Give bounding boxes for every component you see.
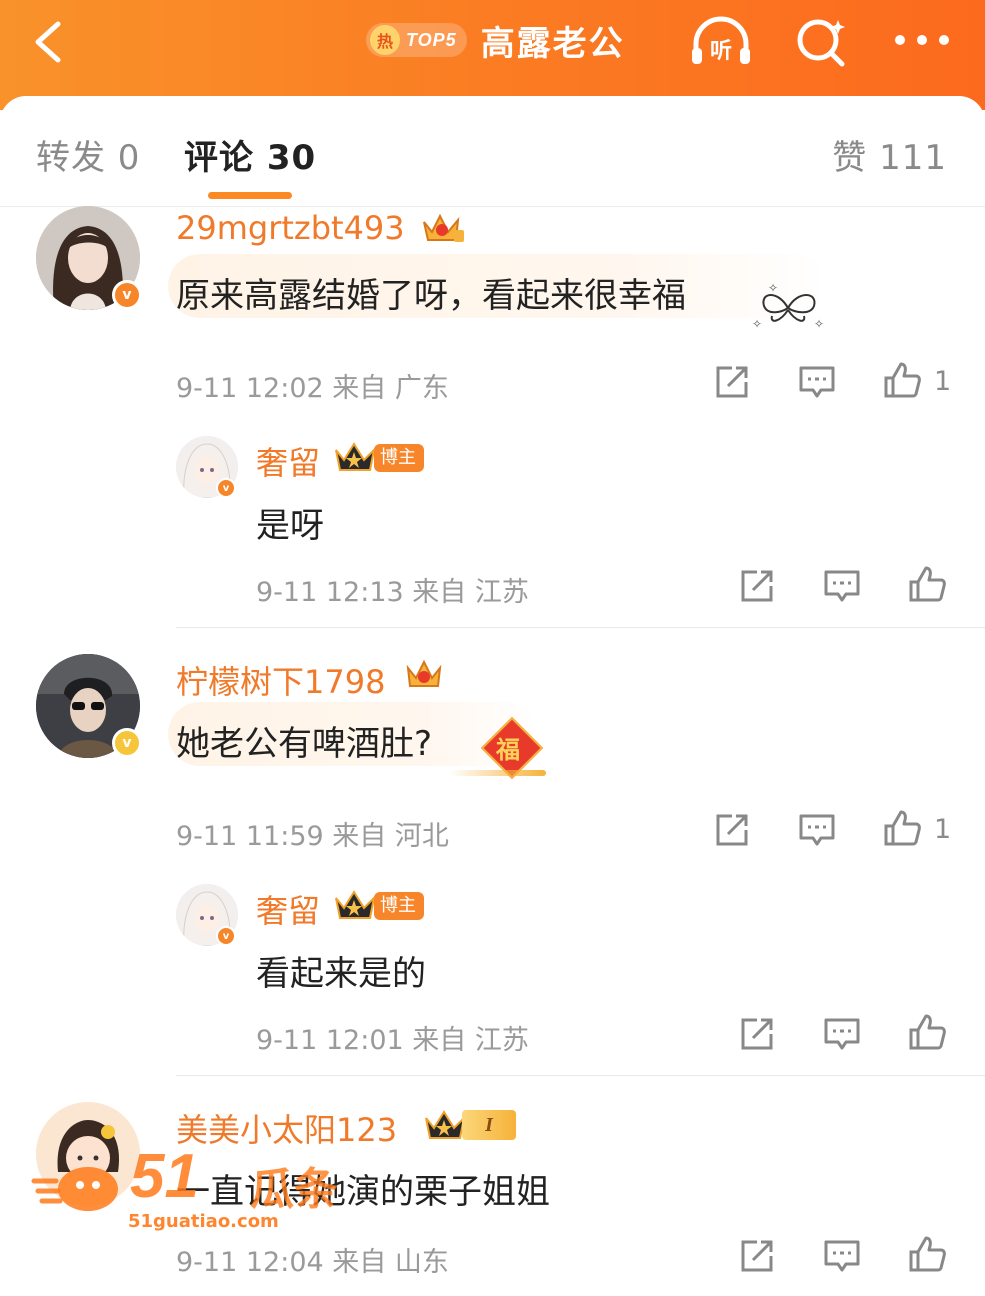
blogger-badge: 博主 <box>374 444 424 472</box>
more-options-icon[interactable] <box>892 30 952 50</box>
reply-meta: 9-11 12:01 来自 江苏 <box>256 1025 529 1056</box>
reply-text: 看起来是的 <box>256 954 426 994</box>
comment-text: 一直记得她演的栗子姐姐 <box>176 1172 550 1212</box>
vip-crown-icon <box>335 442 376 471</box>
reply-text: 是呀 <box>256 506 324 546</box>
verified-badge-icon: v <box>216 478 236 498</box>
svg-text:✧: ✧ <box>814 317 824 331</box>
like-thumb-icon[interactable] <box>907 564 947 604</box>
verified-badge-icon: v <box>112 280 142 310</box>
like-thumb-icon[interactable] <box>907 1234 947 1274</box>
avatar[interactable] <box>36 1102 140 1206</box>
comment-icon[interactable] <box>822 1014 862 1054</box>
comment-divider <box>176 627 985 628</box>
hot-rank-label: TOP5 <box>406 29 457 50</box>
top-bar: 热 TOP5 高露老公 听 <box>0 0 985 110</box>
tab-repost[interactable]: 转发 0 <box>36 130 140 179</box>
comment-text: 原来高露结婚了呀，看起来很幸福 <box>176 276 686 316</box>
active-tab-indicator <box>208 192 292 199</box>
repost-icon[interactable] <box>737 566 777 606</box>
like-thumb-icon[interactable] <box>882 360 922 400</box>
comment-meta: 9-11 12:02 来自 广东 <box>176 373 449 404</box>
hot-flame-icon: 热 <box>370 25 400 55</box>
cartoon-girl-avatar-icon <box>36 1102 140 1206</box>
butterfly-decoration-icon: ✧ ✧ ✧ <box>752 282 824 331</box>
like-thumb-icon[interactable] <box>882 808 922 848</box>
comment-meta: 9-11 12:04 来自 山东 <box>176 1247 449 1278</box>
hot-search-tag[interactable]: 热 TOP5 高露老公 <box>366 20 625 64</box>
comment-icon[interactable] <box>822 566 862 606</box>
comment-divider <box>176 1075 985 1076</box>
verified-badge-icon: v <box>112 728 142 758</box>
search-icon[interactable] <box>794 14 850 70</box>
comment-icon[interactable] <box>822 1236 862 1276</box>
page-title: 高露老公 <box>480 23 625 64</box>
back-arrow-icon[interactable] <box>28 18 68 66</box>
reply-username[interactable]: 奢留 <box>256 438 320 484</box>
repost-icon[interactable] <box>737 1236 777 1276</box>
listen-label: 听 <box>710 39 732 64</box>
level-badge: I <box>462 1110 516 1140</box>
tab-divider <box>0 206 985 207</box>
comment-username[interactable]: 29mgrtzbt493 <box>176 209 405 247</box>
repost-icon[interactable] <box>712 810 752 850</box>
repost-icon[interactable] <box>712 362 752 402</box>
like-thumb-icon[interactable] <box>907 1012 947 1052</box>
like-count: 1 <box>934 366 952 397</box>
svg-text:✧: ✧ <box>768 282 778 295</box>
comment-icon[interactable] <box>797 362 837 402</box>
comment-meta: 9-11 11:59 来自 河北 <box>176 821 449 852</box>
tab-likes[interactable]: 赞 111 <box>832 130 947 179</box>
comment-text: 她老公有啤酒肚? <box>176 724 433 764</box>
svg-text:✧: ✧ <box>752 317 762 331</box>
fu-sticker-label: 福 <box>496 736 520 764</box>
like-count: 1 <box>934 814 952 845</box>
comment-icon[interactable] <box>797 810 837 850</box>
headphones-listen-icon[interactable]: 听 <box>688 14 754 70</box>
repost-icon[interactable] <box>737 1014 777 1054</box>
vip-crown-icon <box>335 890 376 919</box>
tab-bar: 转发 0 评论 30 赞 111 <box>0 96 985 206</box>
reply-meta: 9-11 12:13 来自 江苏 <box>256 577 529 608</box>
verified-badge-icon: v <box>216 926 236 946</box>
fu-sticker-icon: 福 <box>450 716 546 782</box>
blogger-badge: 博主 <box>374 892 424 920</box>
comment-username[interactable]: 美美小太阳123 <box>176 1105 397 1151</box>
hot-rank-badge: 热 TOP5 <box>366 23 467 57</box>
comment-username[interactable]: 柠檬树下1798 <box>176 657 385 703</box>
reply-username[interactable]: 奢留 <box>256 886 320 932</box>
vip-crown-icon <box>423 213 464 242</box>
vip-crown-icon <box>406 659 442 687</box>
tab-comments[interactable]: 评论 30 <box>184 130 316 179</box>
